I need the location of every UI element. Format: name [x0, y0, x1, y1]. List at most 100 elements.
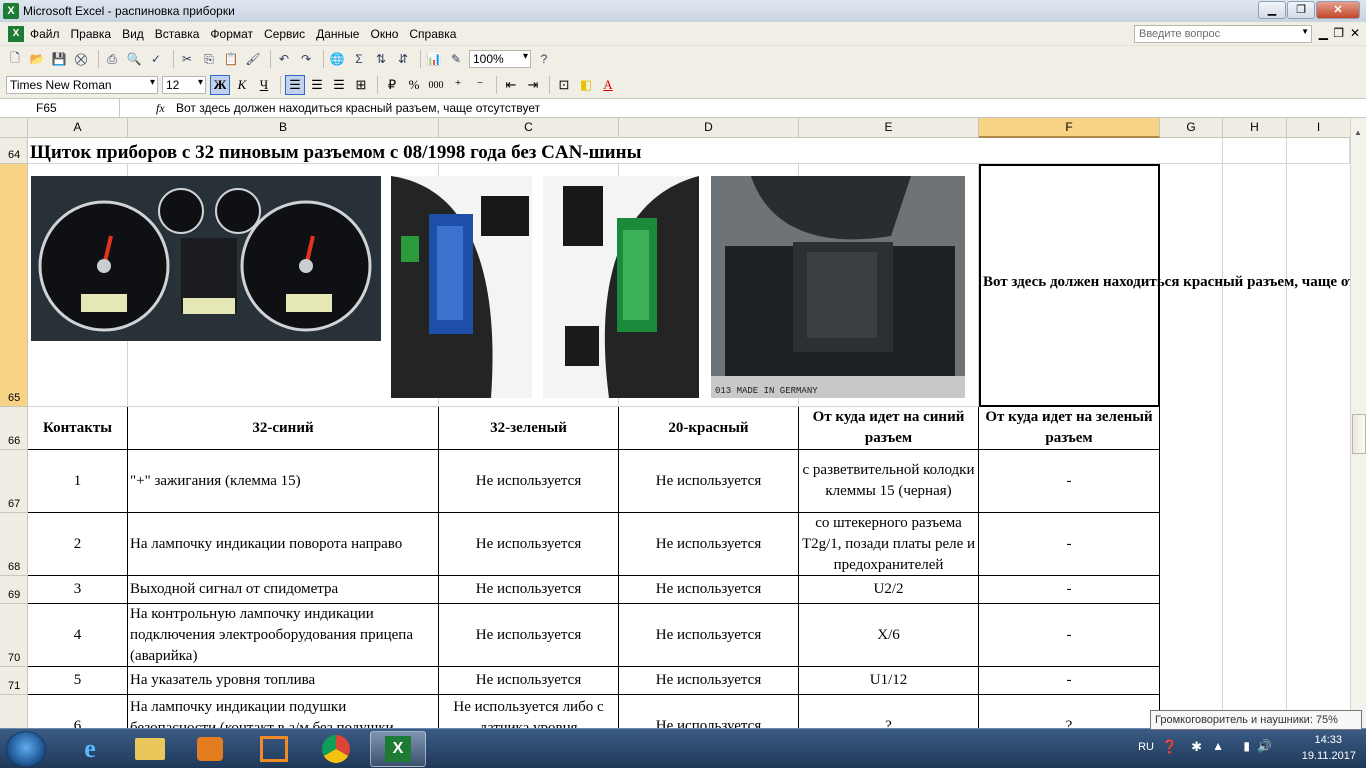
font-size-select[interactable]: 12 — [162, 76, 206, 94]
table-cell[interactable]: X/6 — [799, 604, 979, 667]
select-all-corner[interactable] — [0, 118, 28, 138]
workbook-minimize-button[interactable]: ▁ — [1319, 26, 1328, 40]
clock-time[interactable]: 14:33 — [1314, 734, 1342, 746]
row-header[interactable]: 67 — [0, 450, 28, 513]
zoom-select[interactable]: 100% — [469, 50, 531, 68]
italic-button[interactable]: К — [232, 75, 252, 95]
table-cell[interactable]: Не используется — [439, 513, 619, 576]
chart-wizard-icon[interactable]: 📊 — [425, 50, 443, 68]
table-header[interactable]: От куда идет на синий разъем — [799, 407, 979, 450]
table-cell[interactable]: Не используется — [439, 450, 619, 513]
menu-tools[interactable]: Сервис — [264, 27, 305, 41]
table-cell[interactable]: - — [979, 604, 1160, 667]
table-cell[interactable]: "+" зажигания (клемма 15) — [128, 450, 439, 513]
start-button[interactable] — [6, 731, 46, 767]
table-cell[interactable]: Не используется — [619, 667, 799, 695]
workbook-restore-button[interactable]: ❐ — [1333, 26, 1344, 40]
row-header[interactable]: 72 — [0, 695, 28, 728]
row-header[interactable]: 64 — [0, 138, 28, 164]
menu-window[interactable]: Окно — [370, 27, 398, 41]
menu-help[interactable]: Справка — [409, 27, 456, 41]
font-color-icon[interactable]: A — [598, 75, 618, 95]
copy-icon[interactable]: ⎘ — [200, 50, 218, 68]
table-cell[interactable]: - — [979, 576, 1160, 604]
borders-icon[interactable]: ⊡ — [554, 75, 574, 95]
table-cell[interactable]: U2/2 — [799, 576, 979, 604]
workbook-close-button[interactable]: ✕ — [1350, 26, 1360, 40]
table-cell[interactable]: 3 — [28, 576, 128, 604]
menu-edit[interactable]: Правка — [71, 27, 112, 41]
table-cell[interactable]: На лампочку индикации подушки безопаснос… — [128, 695, 439, 728]
media-player-icon[interactable] — [182, 731, 238, 767]
ask-question-input[interactable]: Введите вопрос ▼ — [1134, 25, 1312, 43]
new-icon[interactable]: 🗋 — [6, 50, 24, 68]
table-cell[interactable]: Не используется — [619, 695, 799, 728]
menu-data[interactable]: Данные — [316, 27, 359, 41]
table-cell[interactable]: - — [979, 667, 1160, 695]
cut-icon[interactable]: ✂ — [178, 50, 196, 68]
table-cell[interactable]: U1/12 — [799, 667, 979, 695]
permission-icon[interactable]: ⛒ — [72, 50, 90, 68]
table-cell[interactable]: Не используется — [619, 604, 799, 667]
workbook-icon[interactable]: X — [8, 25, 24, 42]
volume-icon[interactable]: 🔊 — [1257, 739, 1272, 753]
ie-icon[interactable]: e — [62, 731, 118, 767]
print-preview-icon[interactable]: 🔍 — [125, 50, 143, 68]
thousands-button[interactable]: 000 — [426, 75, 446, 95]
bold-button[interactable]: Ж — [210, 75, 230, 95]
column-header-f[interactable]: F — [979, 118, 1160, 138]
show-hidden-icon[interactable]: ▲ — [1212, 739, 1224, 753]
underline-button[interactable]: Ч — [254, 75, 274, 95]
table-header[interactable]: 32-зеленый — [439, 407, 619, 450]
insert-function-icon[interactable]: fx — [156, 101, 176, 116]
column-header-b[interactable]: B — [128, 118, 439, 138]
table-cell[interactable]: 6 — [28, 695, 128, 728]
excel-app-icon[interactable]: X — [3, 3, 19, 19]
undo-icon[interactable]: ↶ — [275, 50, 293, 68]
increase-indent-icon[interactable]: ⇥ — [523, 75, 543, 95]
table-cell[interactable]: 1 — [28, 450, 128, 513]
blue-connector-photo[interactable] — [391, 176, 532, 398]
save-icon[interactable]: 💾 — [50, 50, 68, 68]
column-header-g[interactable]: G — [1160, 118, 1223, 138]
table-cell[interactable]: Не используется — [439, 604, 619, 667]
column-header-a[interactable]: A — [28, 118, 128, 138]
drawing-icon[interactable]: ✎ — [447, 50, 465, 68]
minimize-button[interactable]: ▁ — [1258, 1, 1286, 19]
sort-desc-icon[interactable]: ⇵ — [394, 50, 412, 68]
decrease-indent-icon[interactable]: ⇤ — [501, 75, 521, 95]
close-button[interactable]: ✕ — [1316, 1, 1360, 19]
menu-file[interactable]: Файл — [30, 27, 60, 41]
scroll-up-icon[interactable]: ▲ — [1354, 128, 1362, 137]
currency-icon[interactable]: ₽ — [382, 75, 402, 95]
table-cell[interactable]: 4 — [28, 604, 128, 667]
column-header-d[interactable]: D — [619, 118, 799, 138]
percent-button[interactable]: % — [404, 75, 424, 95]
redo-icon[interactable]: ↷ — [297, 50, 315, 68]
name-box[interactable]: F65 — [0, 99, 120, 117]
bluetooth-icon[interactable]: ✱ — [1191, 739, 1202, 755]
decrease-decimal-icon[interactable]: ⁻ — [470, 75, 490, 95]
column-header-h[interactable]: H — [1223, 118, 1287, 138]
formula-input[interactable]: Вот здесь должен находиться красный разъ… — [176, 101, 540, 115]
help-icon[interactable]: ? — [535, 50, 553, 68]
table-header[interactable]: От куда идет на зеленый разъем — [979, 407, 1160, 450]
table-cell[interactable]: 5 — [28, 667, 128, 695]
table-cell[interactable]: со штекерного разъема T2g/1, позади плат… — [799, 513, 979, 576]
table-cell[interactable]: На лампочку индикации поворота направо — [128, 513, 439, 576]
instrument-cluster-photo[interactable] — [31, 176, 381, 341]
table-cell[interactable]: Не используется — [619, 450, 799, 513]
table-cell[interactable]: с разветвительной колодки клеммы 15 (чер… — [799, 450, 979, 513]
empty-red-connector-photo[interactable]: 013 MADE IN GERMANY — [711, 176, 965, 398]
menu-format[interactable]: Формат — [210, 27, 253, 41]
clock-date[interactable]: 19.11.2017 — [1302, 750, 1356, 762]
explorer-icon[interactable] — [122, 731, 178, 767]
table-cell[interactable]: Не используется — [439, 576, 619, 604]
scroll-thumb[interactable] — [1352, 414, 1366, 454]
table-cell[interactable]: Не используется — [619, 513, 799, 576]
increase-decimal-icon[interactable]: ⁺ — [448, 75, 468, 95]
maximize-button[interactable]: ❐ — [1287, 1, 1315, 19]
excel-taskbar-icon[interactable]: X — [370, 731, 426, 767]
help-tray-icon[interactable]: ❓ — [1162, 739, 1178, 755]
table-cell[interactable]: Не используется — [619, 576, 799, 604]
